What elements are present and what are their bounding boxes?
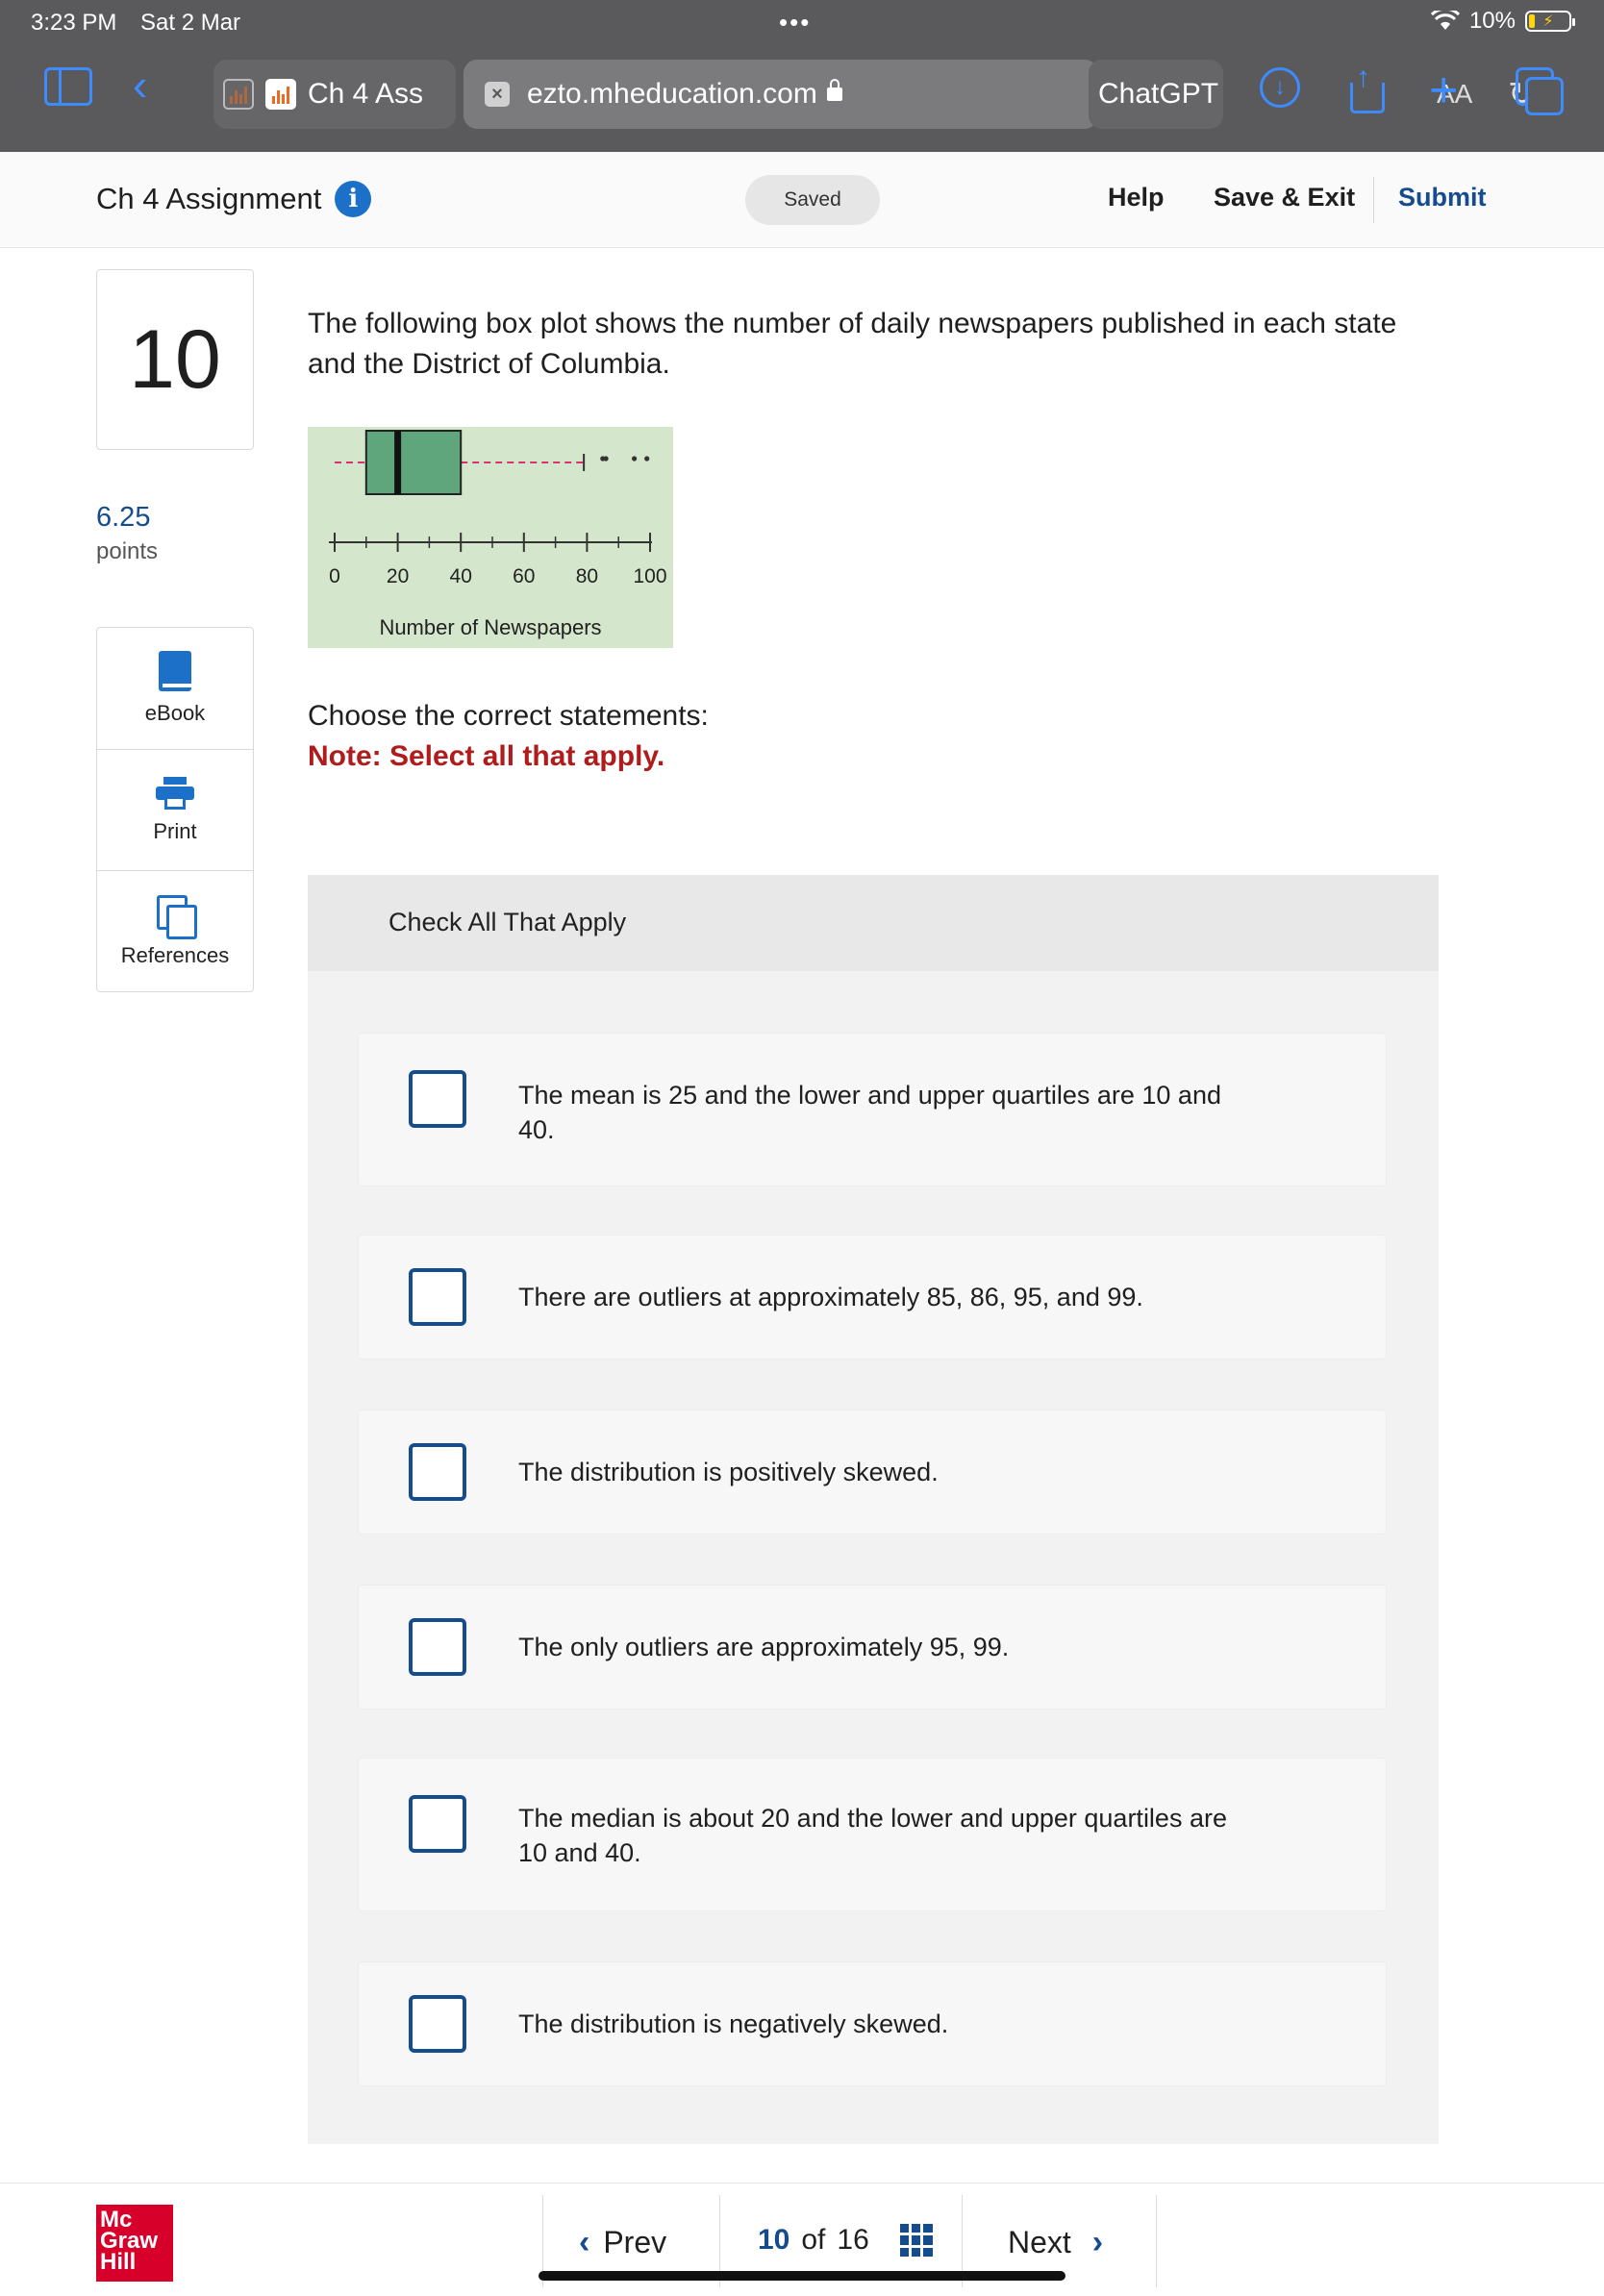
answer-option[interactable]: The median is about 20 and the lower and… [358, 1758, 1387, 1911]
check-all-heading: Check All That Apply [388, 908, 627, 936]
save-exit-link[interactable]: Save & Exit [1214, 183, 1355, 212]
status-time: 3:23 PM [31, 10, 117, 36]
charging-bolt-icon: ⚡ [1542, 13, 1554, 30]
choose-instructions: Choose the correct statements: [308, 700, 709, 732]
next-label: Next [1008, 2225, 1071, 2259]
page-of: of [801, 2224, 826, 2256]
grid-icon[interactable] [899, 2224, 933, 2257]
app-header: Ch 4 Assignment i Saved Help Save & Exit… [0, 152, 1604, 248]
printer-icon [156, 776, 194, 810]
tab-chatgpt[interactable]: ChatGPT [1089, 60, 1223, 129]
battery-percent: 10% [1468, 8, 1516, 34]
share-icon[interactable]: ↑ [1348, 62, 1387, 113]
box-iqr [364, 430, 463, 495]
box-plot-svg: 0 20 40 60 80 100 [329, 430, 667, 587]
address-bar[interactable]: × ezto.mheducation.com AA ↻ [464, 60, 1536, 129]
checkbox[interactable] [409, 1268, 466, 1326]
tab-overview-icon[interactable] [1516, 67, 1564, 115]
download-icon[interactable]: ↓ [1260, 67, 1300, 108]
url-text: ezto.mheducation.com [527, 78, 817, 110]
answer-option-text: The distribution is positively skewed. [518, 1458, 939, 1486]
help-link[interactable]: Help [1108, 183, 1165, 212]
answer-option[interactable]: The distribution is positively skewed. [358, 1410, 1387, 1535]
browser-chrome: 3:23 PM Sat 2 Mar ••• 10% ⚡ ‹ Ch 4 Ass ×… [0, 0, 1604, 152]
checkbox[interactable] [409, 1795, 466, 1853]
x-tick-label: 0 [329, 565, 340, 587]
axis-label: Number of Newspapers [379, 615, 602, 639]
answer-panel-header: Check All That Apply [308, 875, 1439, 971]
tab-title: Ch 4 Ass [308, 78, 424, 110]
assignment-title-text: Ch 4 Assignment [96, 182, 322, 215]
checkbox[interactable] [409, 1995, 466, 2053]
tab-ch4-assignment[interactable]: Ch 4 Ass [213, 60, 456, 129]
chart-favicon-icon [265, 79, 296, 110]
references-button[interactable]: References [97, 870, 253, 991]
new-tab-plus-icon[interactable]: + [1429, 62, 1458, 118]
submit-link[interactable]: Submit [1398, 183, 1487, 212]
prev-button[interactable]: ‹ Prev [579, 2224, 666, 2261]
info-icon[interactable]: i [335, 181, 372, 217]
print-label: Print [153, 818, 197, 843]
back-chevron-icon[interactable]: ‹ [133, 62, 147, 107]
wifi-icon [1430, 11, 1460, 30]
mcgraw-hill-logo: Mc Graw Hill [96, 2205, 173, 2282]
checkbox[interactable] [409, 1070, 466, 1128]
select-all-note: Note: Select all that apply. [308, 740, 665, 772]
points-label: points [96, 538, 159, 564]
references-label: References [120, 942, 230, 967]
book-icon [159, 651, 191, 691]
answer-option[interactable]: The only outliers are approximately 95, … [358, 1585, 1387, 1710]
chevron-right-icon: › [1091, 2224, 1104, 2260]
box-plot-figure: 0 20 40 60 80 100 Number of Newspapers [308, 427, 673, 648]
chart-favicon-icon [223, 79, 254, 110]
divider [1156, 2195, 1157, 2287]
close-tab-icon[interactable]: × [485, 82, 510, 107]
current-page: 10 [758, 2224, 790, 2256]
answer-option-text: The mean is 25 and the lower and upper q… [518, 1081, 1221, 1144]
answer-option-text: The only outliers are approximately 95, … [518, 1633, 1010, 1661]
status-right: 10% ⚡ [1430, 8, 1575, 35]
answer-option-text: There are outliers at approximately 85, … [518, 1283, 1143, 1311]
logo-line: Hill [100, 2249, 137, 2275]
divider [1373, 177, 1374, 223]
sidebar-toggle-icon[interactable] [44, 67, 92, 106]
x-tick-label: 100 [633, 565, 666, 587]
references-icon [157, 894, 197, 939]
outlier-point [603, 456, 609, 462]
status-date: Sat 2 Mar [140, 10, 241, 36]
x-tick-label: 80 [576, 565, 598, 587]
tab-title: ChatGPT [1098, 78, 1219, 110]
home-indicator [539, 2271, 1065, 2281]
outlier-point [632, 456, 638, 462]
answer-option[interactable]: There are outliers at approximately 85, … [358, 1235, 1387, 1360]
outlier-point [644, 456, 650, 462]
next-button[interactable]: Next › [1008, 2224, 1103, 2261]
question-prompt: The following box plot shows the number … [308, 308, 1397, 380]
answer-option[interactable]: The distribution is negatively skewed. [358, 1961, 1387, 2086]
ebook-label: eBook [144, 701, 206, 725]
answer-option-text: The median is about 20 and the lower and… [518, 1804, 1227, 1867]
answer-option[interactable]: The mean is 25 and the lower and upper q… [358, 1033, 1387, 1186]
saved-status-badge: Saved [745, 175, 880, 225]
total-pages: 16 [837, 2224, 869, 2256]
points-value: 6.25 [96, 502, 151, 533]
chevron-left-icon: ‹ [579, 2224, 590, 2260]
checkbox[interactable] [409, 1443, 466, 1501]
x-tick-label: 40 [450, 565, 472, 587]
assignment-title: Ch 4 Assignment i [96, 181, 372, 217]
ebook-button[interactable]: eBook [97, 628, 253, 749]
question-number: 10 [96, 269, 254, 450]
prev-label: Prev [603, 2225, 667, 2259]
x-tick-label: 60 [513, 565, 535, 587]
multitasking-dots[interactable]: ••• [779, 8, 811, 37]
checkbox[interactable] [409, 1618, 466, 1676]
page-indicator[interactable]: 10 of 16 [758, 2224, 933, 2257]
battery-icon: ⚡ [1525, 11, 1575, 32]
tools-panel: eBook Print References [96, 627, 254, 992]
print-button[interactable]: Print [97, 749, 253, 870]
lock-icon [826, 79, 842, 101]
answer-panel: Check All That Apply The mean is 25 and … [308, 875, 1439, 2144]
answer-option-text: The distribution is negatively skewed. [518, 2009, 949, 2038]
x-tick-label: 20 [387, 565, 409, 587]
